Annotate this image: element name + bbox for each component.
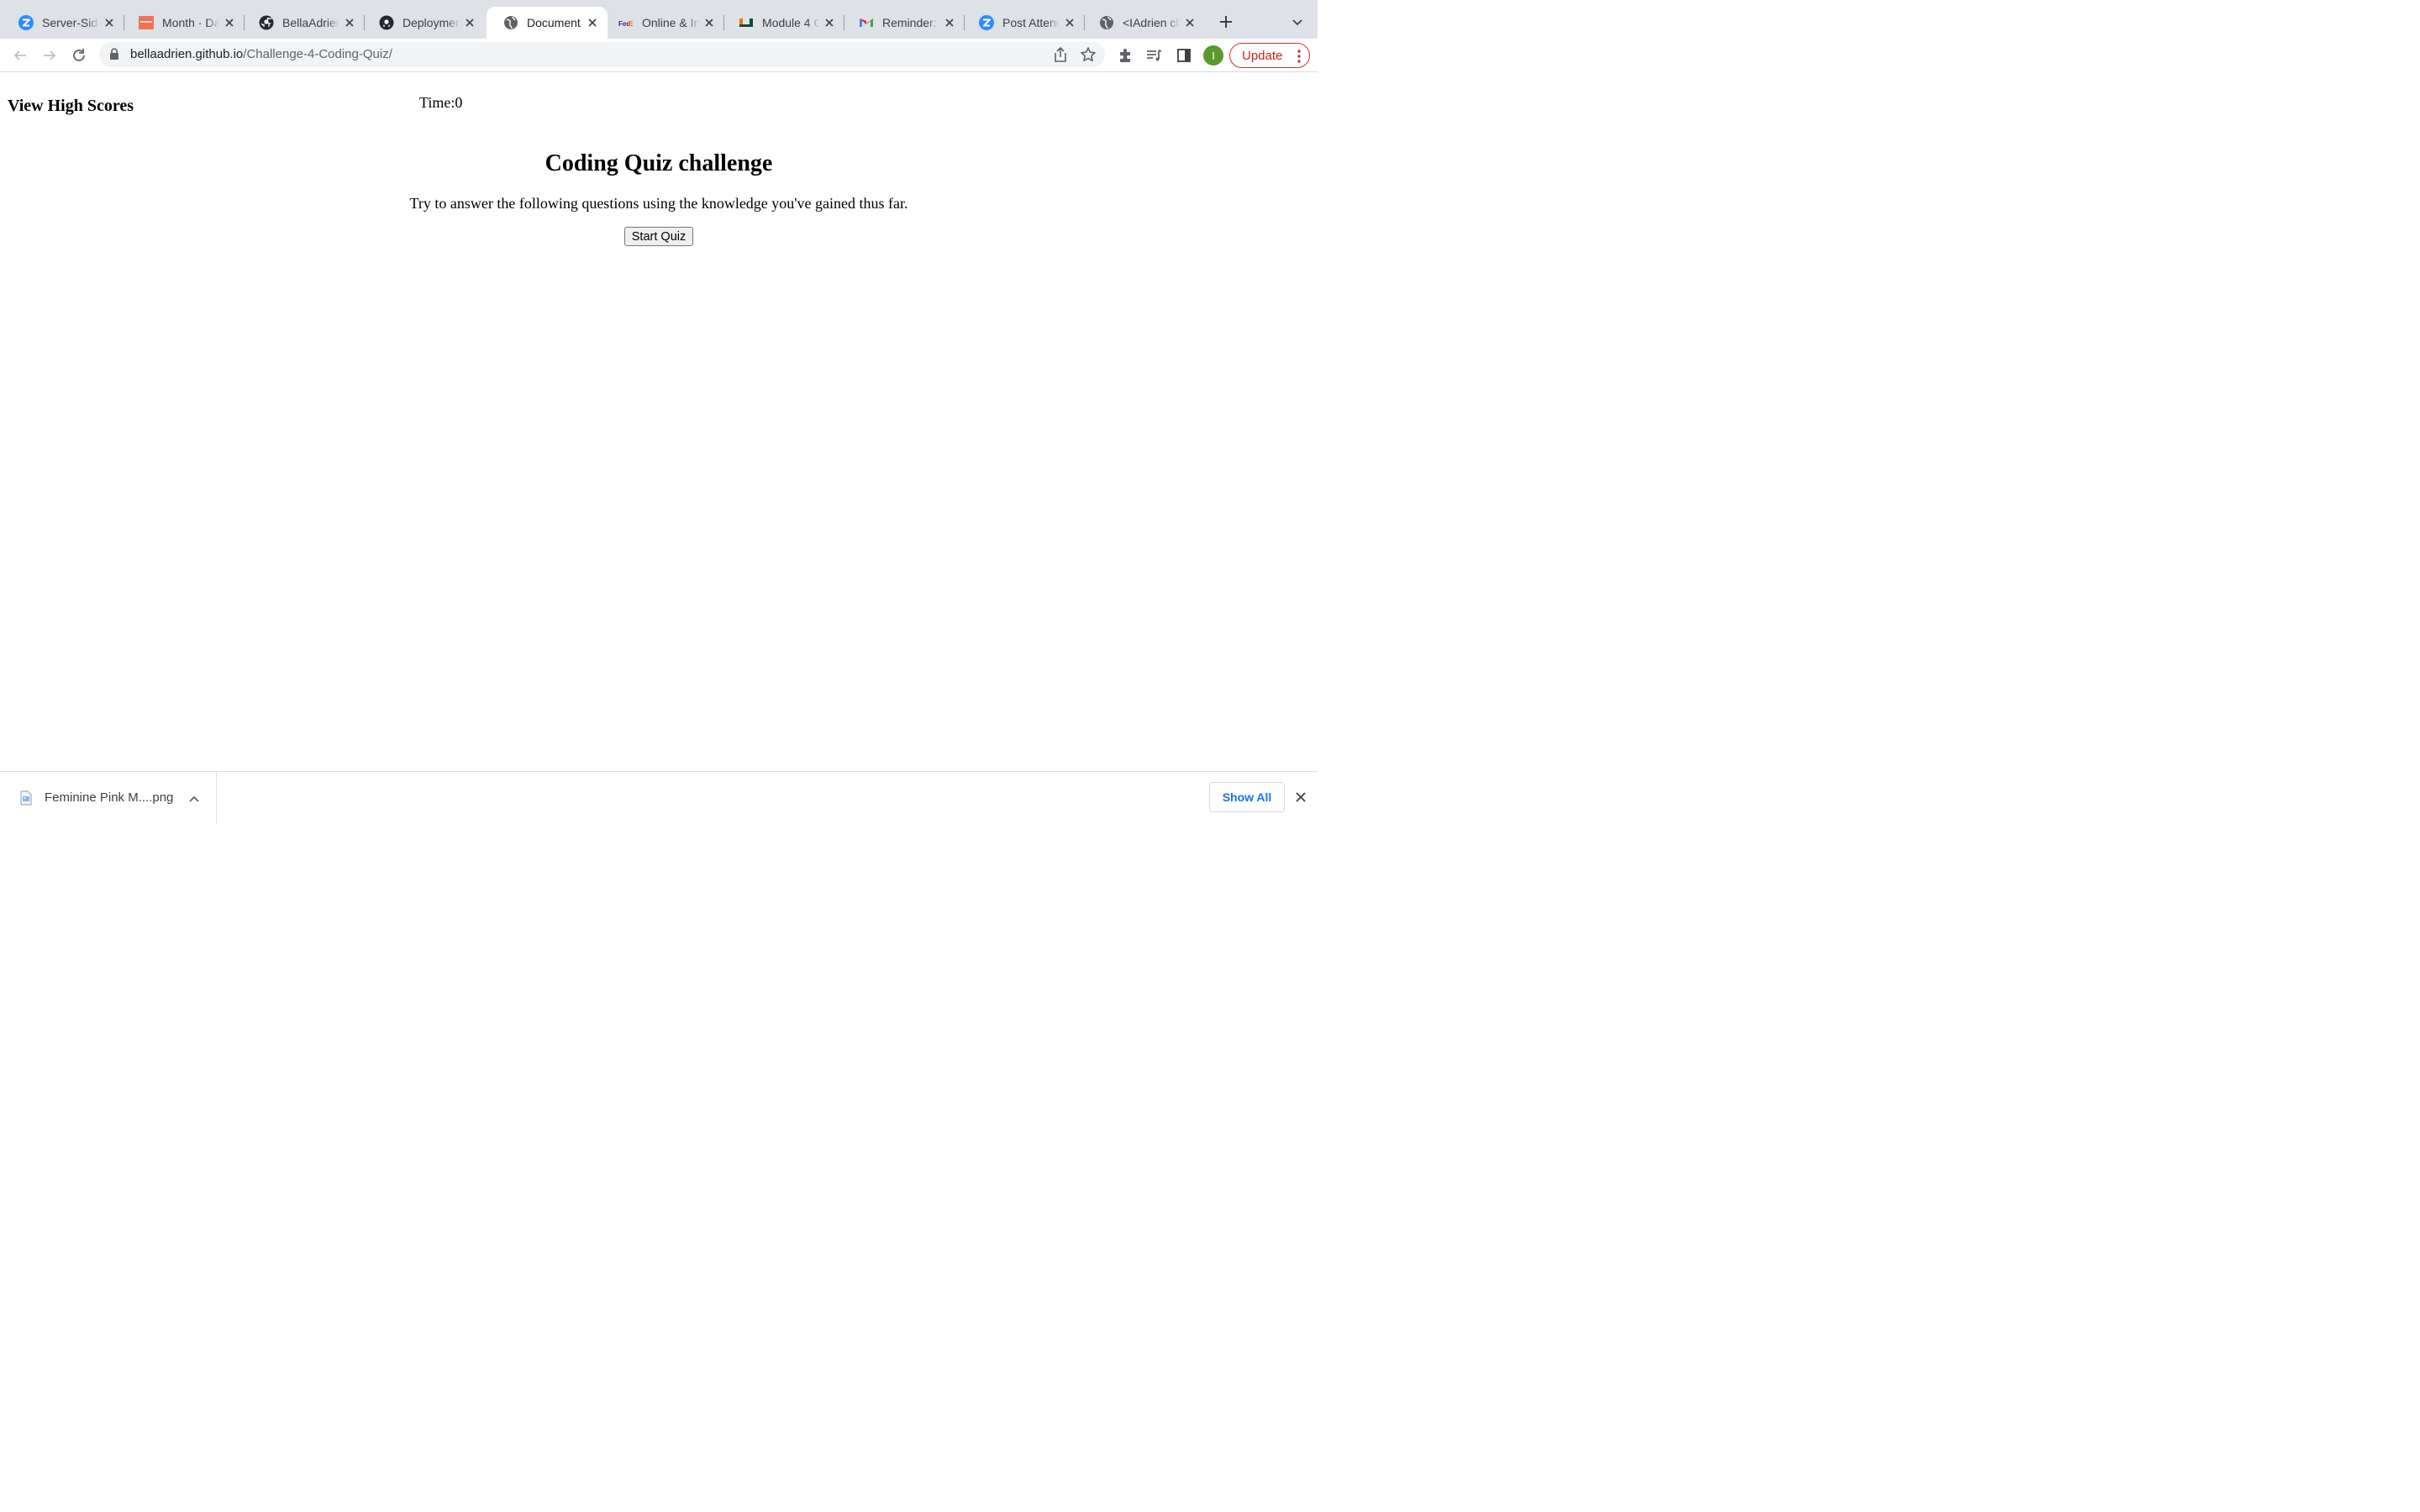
reload-button[interactable]	[67, 44, 91, 67]
plus-icon	[1220, 16, 1232, 28]
close-icon[interactable]	[103, 16, 116, 29]
github-icon	[259, 15, 274, 30]
profile-avatar[interactable]: I	[1203, 45, 1223, 66]
download-file-name: Feminine Pink M....png	[45, 790, 174, 805]
tab-title: Server-Side	[42, 16, 99, 29]
download-shelf: Feminine Pink M....png Show All	[0, 771, 1318, 824]
arrow-right-icon	[44, 50, 56, 60]
tab-online-in[interactable]: FedEx Online & In-	[602, 7, 724, 39]
new-tab-button[interactable]	[1216, 12, 1236, 32]
back-button[interactable]	[8, 44, 32, 67]
start-quiz-button[interactable]: Start Quiz	[624, 227, 693, 246]
kebab-menu-icon[interactable]	[1297, 50, 1301, 66]
tab-module-4[interactable]: Module 4 Cl	[722, 7, 844, 39]
share-icon[interactable]	[1053, 46, 1068, 67]
tab-title: Document	[527, 16, 581, 29]
close-icon[interactable]	[463, 16, 476, 29]
update-label: Update	[1242, 48, 1283, 63]
calendar-icon	[139, 15, 154, 30]
download-item[interactable]: Feminine Pink M....png	[0, 772, 217, 824]
side-panel-button[interactable]	[1172, 44, 1196, 67]
view-high-scores-link[interactable]: View High Scores	[8, 97, 134, 116]
zoom-icon	[979, 15, 994, 30]
chevron-up-icon[interactable]	[188, 792, 200, 807]
tab-server-side[interactable]: Server-Side	[2, 7, 124, 39]
close-icon[interactable]	[1063, 16, 1076, 29]
um-logo-icon	[739, 15, 754, 30]
quiz-description: Try to answer the following questions us…	[409, 195, 908, 212]
extensions-button[interactable]	[1113, 44, 1137, 67]
tab-bellaadrien[interactable]: BellaAdrien/	[242, 7, 365, 39]
image-file-icon	[20, 790, 32, 810]
globe-icon	[503, 15, 518, 30]
bookmark-star-icon[interactable]	[1080, 46, 1097, 67]
tab-title: Reminder: T	[882, 16, 939, 29]
close-icon[interactable]	[586, 16, 599, 29]
tab-month-day[interactable]: Month · Day	[122, 7, 245, 39]
tab-title: Month · Day	[162, 16, 219, 29]
arrow-left-icon	[13, 50, 26, 60]
tab-title: Deployment	[402, 16, 460, 29]
tab-post-attend[interactable]: Post Attend	[962, 7, 1085, 39]
update-button[interactable]: Update	[1229, 43, 1310, 68]
svg-text:Ex: Ex	[629, 20, 634, 28]
media-control-button[interactable]	[1143, 44, 1166, 67]
tab-document[interactable]: Document	[487, 7, 608, 39]
side-panel-icon	[1177, 49, 1191, 62]
gmail-icon	[859, 15, 874, 30]
close-icon[interactable]	[1293, 790, 1308, 805]
tab-title: Module 4 Cl	[762, 16, 819, 29]
playlist-icon	[1147, 50, 1162, 61]
globe-icon	[1099, 15, 1114, 30]
close-icon[interactable]	[223, 16, 236, 29]
browser-toolbar: bellaadrien.github.io/Challenge-4-Coding…	[0, 39, 1318, 72]
tab-deployment[interactable]: Deployment	[362, 7, 485, 39]
address-bar[interactable]: bellaadrien.github.io/Challenge-4-Coding…	[99, 42, 1105, 67]
zoom-icon	[18, 15, 34, 30]
show-all-downloads-button[interactable]: Show All	[1209, 782, 1285, 812]
page-title: Coding Quiz challenge	[544, 150, 773, 176]
close-icon[interactable]	[1183, 16, 1197, 29]
puzzle-icon	[1120, 49, 1130, 62]
tab-search-button[interactable]	[1289, 13, 1306, 30]
close-icon[interactable]	[823, 16, 836, 29]
reload-icon	[73, 49, 85, 61]
tab-strip: Server-Side Month · Day BellaAdrien/ Dep…	[0, 0, 1318, 39]
github-icon	[379, 15, 394, 30]
url-text[interactable]: bellaadrien.github.io/Challenge-4-Coding…	[130, 47, 392, 61]
tab-title: Post Attend	[1002, 16, 1060, 29]
tab-title: BellaAdrien/	[282, 16, 339, 29]
close-icon[interactable]	[943, 16, 956, 29]
fedex-icon: FedEx	[618, 15, 634, 30]
tab-title: Online & In-	[642, 16, 699, 29]
close-icon[interactable]	[702, 16, 716, 29]
close-icon[interactable]	[343, 16, 356, 29]
tab-iadrien[interactable]: <IAdrien cla	[1082, 7, 1205, 39]
chevron-down-icon	[1292, 19, 1302, 26]
tab-title: <IAdrien cla	[1123, 16, 1180, 29]
page-content: View High Scores Time:0 Coding Quiz chal…	[0, 73, 1318, 770]
timer-display: Time:0	[419, 94, 463, 111]
url-path: /Challenge-4-Coding-Quiz/	[243, 47, 392, 61]
tab-reminder[interactable]: Reminder: T	[842, 7, 965, 39]
url-domain: bellaadrien.github.io	[130, 47, 244, 61]
lock-icon[interactable]	[109, 48, 119, 65]
forward-button[interactable]	[38, 44, 61, 67]
